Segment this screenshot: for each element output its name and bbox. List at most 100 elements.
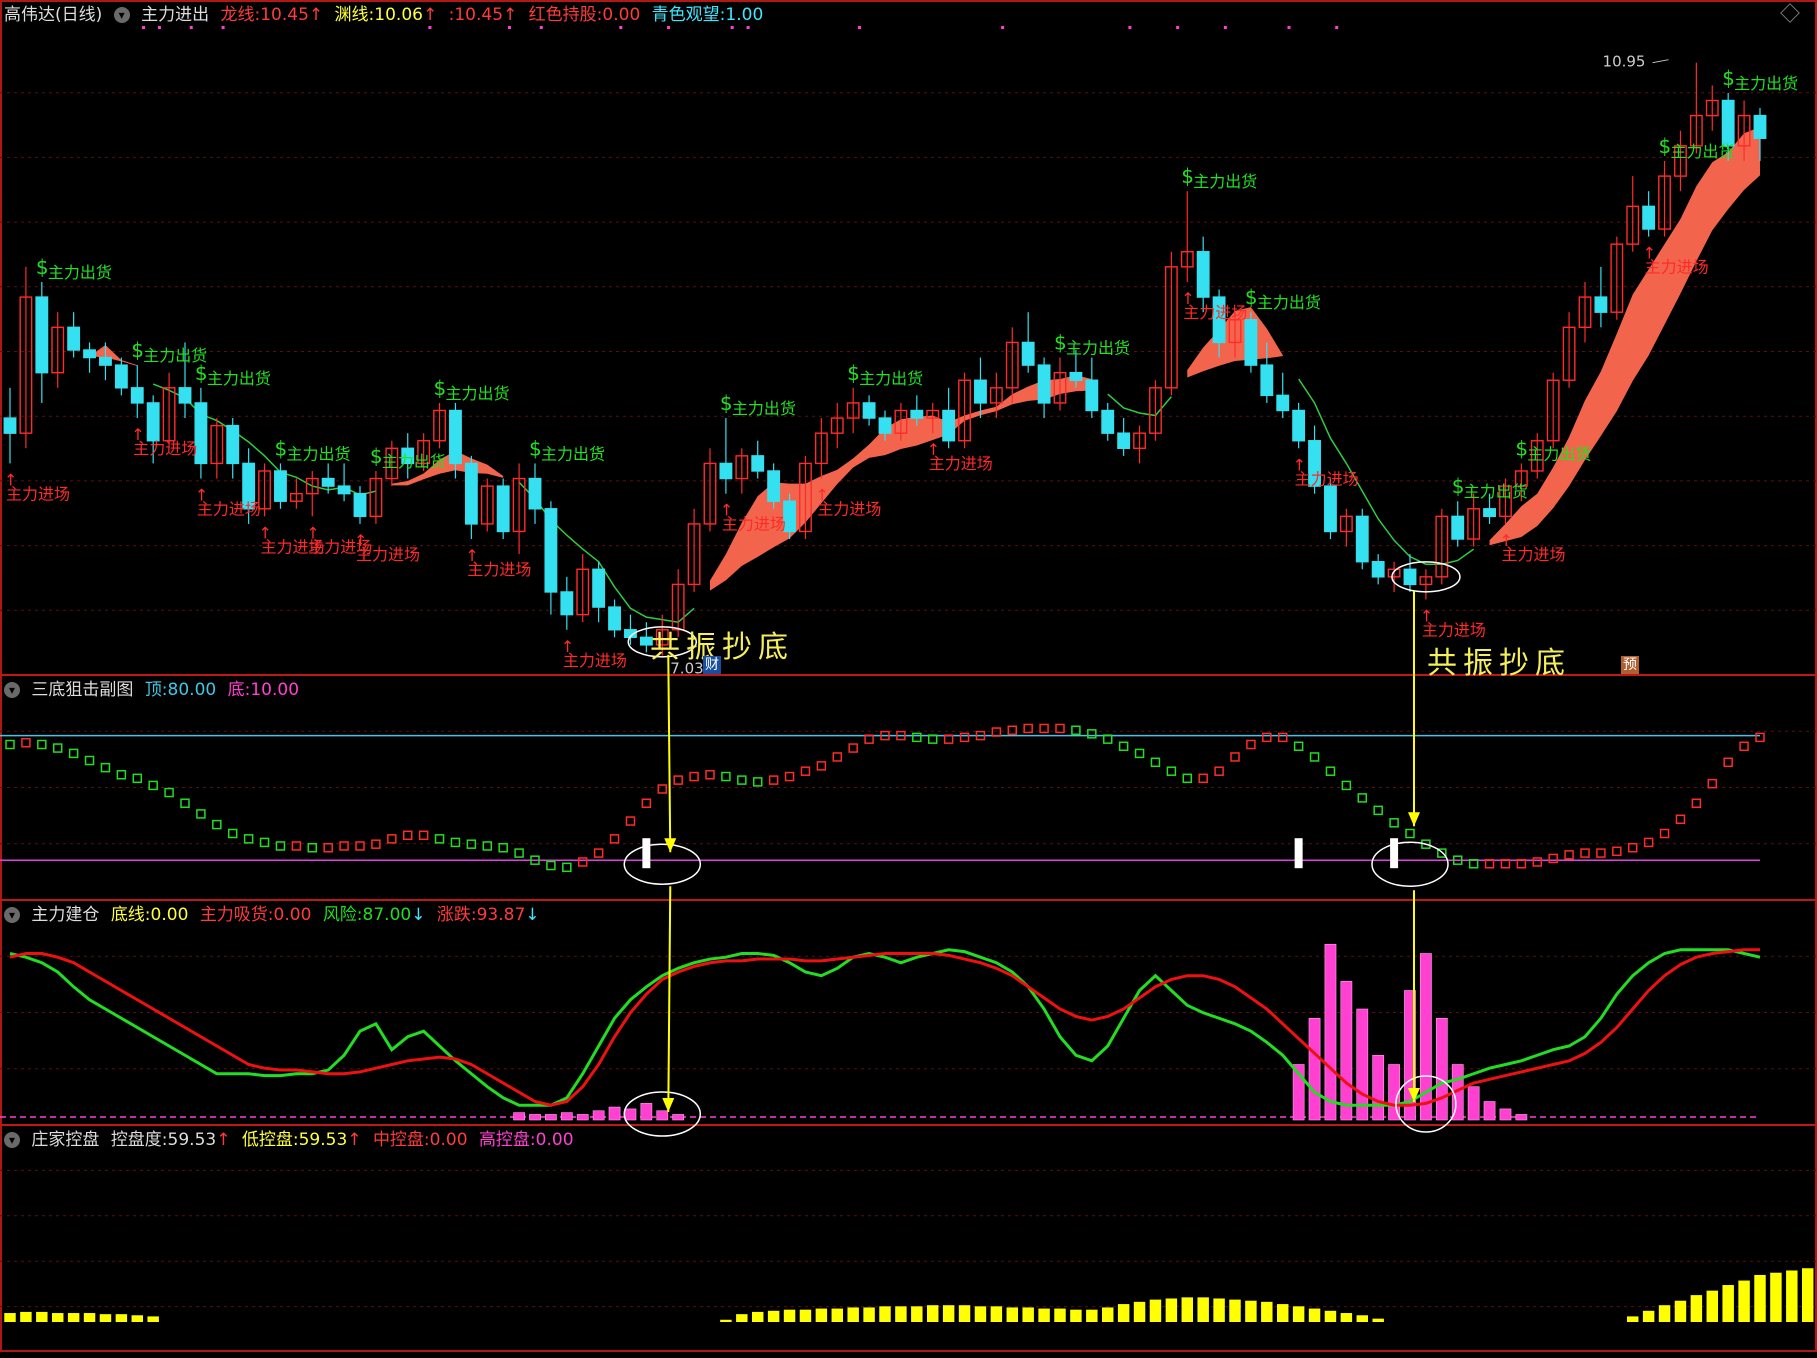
candle-body	[1371, 561, 1385, 578]
low-control-label: 低控盘:	[241, 1130, 299, 1150]
candle-body	[1324, 485, 1337, 533]
finance-badge[interactable]: 财	[703, 656, 721, 674]
candle-body	[1403, 568, 1417, 586]
chart-stage: $ 主力出货 $ 主力出货 $ 主力出货 $ 主力出货 $ 主力出货 $ 主力出货 $ 主力出货 $ 主力出货…	[0, 0, 1817, 1354]
sniper-marker	[625, 816, 636, 826]
sell-signal-icon: $	[131, 338, 144, 362]
control-bar	[1197, 1297, 1209, 1322]
sniper-marker	[1739, 741, 1749, 752]
sniper-marker	[562, 862, 572, 873]
control-bar	[4, 1313, 16, 1322]
cyan-watch-label: 青色观望:	[651, 5, 726, 25]
sell-signal-icon: $	[720, 391, 733, 415]
control-title[interactable]: 庄家控盘	[31, 1130, 99, 1150]
annotation-arrow	[667, 886, 672, 1113]
sniper-marker	[657, 784, 668, 794]
annotation-arrow-head	[662, 1098, 675, 1112]
dropdown-icon[interactable]: ▾	[4, 682, 20, 698]
candle-body	[1721, 99, 1735, 147]
dropdown-icon[interactable]: ▾	[4, 907, 20, 923]
control-bar	[1229, 1299, 1241, 1322]
sniper-marker	[641, 798, 652, 808]
candle-body	[544, 508, 558, 593]
sniper-marker	[164, 787, 174, 798]
forecast-badge[interactable]: 预	[1621, 656, 1639, 674]
absorb-bar	[545, 1114, 557, 1121]
resonance-bottom-annotation: 共振抄底	[650, 630, 794, 665]
control-bar	[815, 1308, 828, 1322]
sniper-marker	[355, 841, 365, 851]
sniper-marker	[1548, 853, 1558, 864]
candle-body	[99, 356, 112, 366]
low-control-value: 59.53	[298, 1130, 348, 1150]
candle-body	[1483, 508, 1496, 518]
candle-body	[1292, 409, 1306, 442]
buy-signal-label: 主力进场	[1295, 469, 1359, 488]
control-degree-label: 控盘度:	[110, 1130, 168, 1150]
sniper-marker	[402, 830, 413, 841]
top-marker-dot	[1287, 26, 1291, 29]
candle-body	[337, 485, 351, 495]
control-bar	[1706, 1290, 1718, 1322]
absorb-bar	[1308, 1017, 1321, 1121]
absorb-bar	[513, 1112, 525, 1121]
sell-signal-label: 主力出货	[859, 369, 923, 388]
candle-body	[146, 402, 160, 442]
sniper-marker	[864, 734, 874, 744]
sell-signal-label: 主力出货	[541, 444, 605, 463]
sniper-marker	[1516, 859, 1527, 869]
control-bar	[1277, 1304, 1289, 1322]
base-value: 0.00	[150, 905, 189, 925]
control-bar	[990, 1306, 1003, 1322]
control-bar	[1802, 1268, 1814, 1322]
control-bar	[1038, 1308, 1050, 1322]
sniper-marker	[848, 743, 858, 753]
bottom-signal-bar	[642, 838, 651, 869]
candle-body	[862, 402, 876, 419]
candle-body	[226, 424, 240, 465]
high-price-pointer	[1652, 59, 1669, 64]
control-bar	[1324, 1310, 1337, 1322]
sniper-marker	[1691, 798, 1702, 808]
sniper-marker	[832, 752, 843, 762]
buy-signal-label: 主力进场	[356, 545, 420, 564]
absorb-bar	[1372, 1054, 1385, 1121]
sell-signal-icon: $	[434, 376, 447, 400]
absorb-bar	[1499, 1108, 1512, 1121]
sniper-marker	[927, 734, 938, 744]
candle-body	[974, 379, 987, 404]
sniper-marker	[1102, 734, 1113, 744]
sniper-marker	[1198, 773, 1208, 784]
sniper-marker	[514, 848, 524, 858]
candle-body	[719, 462, 733, 480]
sniper-marker	[705, 770, 715, 780]
long-line-label: 龙线:	[220, 5, 261, 25]
up-arrow-icon: ↑	[216, 1130, 231, 1150]
mid-control-label: 中控盘:	[372, 1130, 430, 1150]
trend-ribbon	[10, 344, 138, 434]
control-bar	[1786, 1270, 1798, 1322]
absorb-bar	[576, 1114, 589, 1121]
dropdown-icon[interactable]: ▾	[113, 7, 130, 23]
control-bar	[1022, 1307, 1034, 1322]
candle-body	[1276, 394, 1290, 412]
sniper-title[interactable]: 三底狙击副图	[31, 680, 133, 700]
control-bar	[1292, 1306, 1305, 1322]
candle-body	[1069, 371, 1083, 381]
sniper-marker	[1405, 828, 1415, 839]
sniper-marker	[1643, 837, 1654, 848]
control-bar	[783, 1309, 796, 1322]
sniper-marker	[1262, 732, 1272, 743]
red-hold-value: 0.00	[602, 5, 641, 25]
absorb-bar	[624, 1108, 637, 1121]
sniper-marker	[84, 755, 95, 766]
sniper-marker	[21, 737, 31, 748]
sell-signal-label: 主力出货	[1734, 74, 1798, 93]
control-bar	[1054, 1308, 1066, 1322]
dropdown-icon[interactable]: ▾	[4, 1132, 20, 1148]
sniper-marker	[275, 841, 286, 851]
indicator-name[interactable]: 主力进出	[141, 5, 209, 25]
sniper-marker	[943, 734, 954, 744]
build-title[interactable]: 主力建仓	[31, 905, 99, 925]
trend-ribbon	[1489, 126, 1760, 546]
